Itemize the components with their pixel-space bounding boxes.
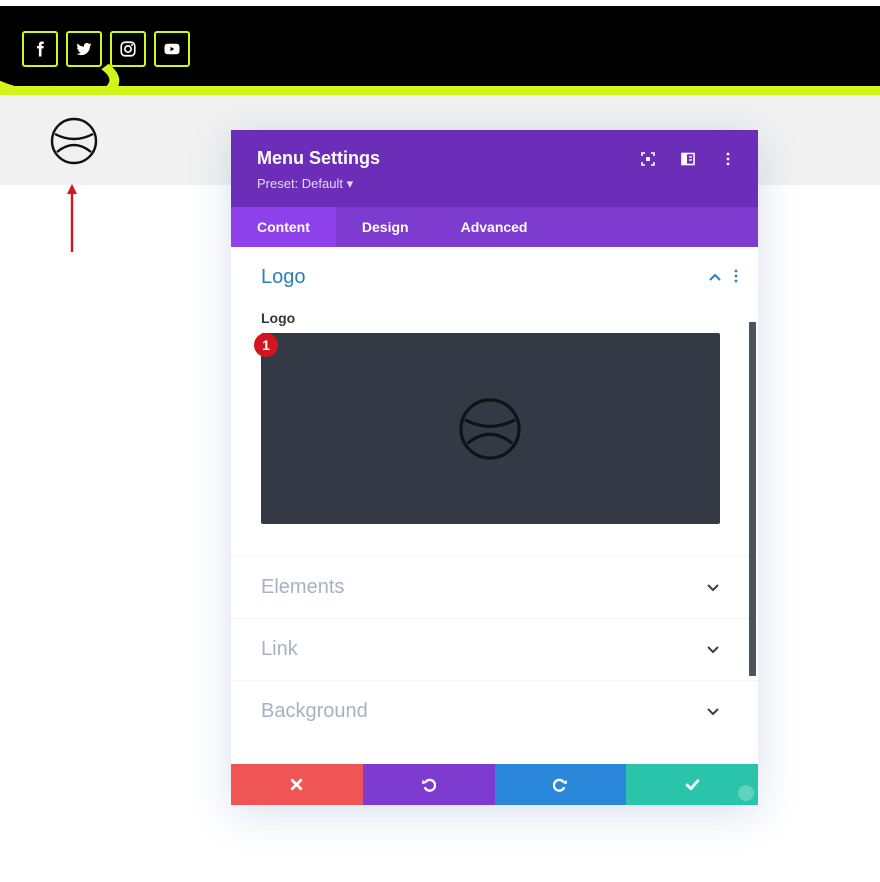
section-elements-header[interactable]: Elements xyxy=(231,557,758,618)
section-title-link: Link xyxy=(261,638,298,660)
facebook-icon xyxy=(37,41,44,57)
section-title-logo: Logo xyxy=(261,266,306,288)
youtube-icon xyxy=(164,43,180,55)
fullscreen-icon xyxy=(641,152,655,166)
resize-handle-icon[interactable] xyxy=(738,785,754,801)
modal-title: Menu Settings xyxy=(257,148,381,168)
instagram-button[interactable] xyxy=(110,31,146,67)
modal-header: Menu Settings Preset: Default ▾ xyxy=(231,130,758,207)
checkmark-icon xyxy=(685,779,699,791)
section-kebab-icon[interactable] xyxy=(734,269,738,283)
chevron-down-icon[interactable] xyxy=(706,704,720,718)
red-arrow-icon xyxy=(67,184,77,252)
neon-divider xyxy=(0,86,880,95)
logo-field-label: Logo xyxy=(261,310,296,326)
page: Menu Settings Preset: Default ▾ Content … xyxy=(0,0,880,882)
menu-settings-modal: Menu Settings Preset: Default ▾ Content … xyxy=(231,130,758,805)
modal-footer xyxy=(231,764,758,805)
tab-content[interactable]: Content xyxy=(231,207,336,247)
tab-advanced[interactable]: Advanced xyxy=(435,207,554,247)
site-header xyxy=(0,6,880,88)
save-button[interactable] xyxy=(626,764,758,805)
discard-button[interactable] xyxy=(231,764,363,805)
facebook-button[interactable] xyxy=(22,31,58,67)
settings-body: Logo Logo 1 Elements Link Background xyxy=(231,247,758,764)
site-logo-icon[interactable] xyxy=(49,116,99,166)
fullscreen-button[interactable] xyxy=(636,150,660,168)
instagram-icon xyxy=(120,41,136,57)
split-view-icon xyxy=(681,152,695,166)
section-background-header[interactable]: Background xyxy=(231,681,758,742)
step-badge: 1 xyxy=(254,333,278,357)
section-logo-header[interactable]: Logo xyxy=(231,247,758,308)
kebab-menu-icon xyxy=(726,152,730,166)
redo-icon xyxy=(552,778,567,792)
more-options-button[interactable] xyxy=(716,150,740,168)
tab-design[interactable]: Design xyxy=(336,207,435,247)
collapsed-sections: Elements Link Background xyxy=(231,556,758,742)
undo-button[interactable] xyxy=(362,764,495,805)
social-icons xyxy=(22,31,190,67)
twitter-button[interactable] xyxy=(66,31,102,67)
close-icon xyxy=(291,778,303,791)
section-link-header[interactable]: Link xyxy=(231,619,758,680)
uploaded-logo-icon xyxy=(459,398,521,460)
undo-icon xyxy=(422,778,437,792)
split-view-button[interactable] xyxy=(676,150,700,168)
chevron-down-icon[interactable] xyxy=(706,580,720,594)
section-title-background: Background xyxy=(261,700,368,722)
section-title-elements: Elements xyxy=(261,576,345,598)
logo-upload-preview[interactable] xyxy=(261,333,720,524)
header-actions xyxy=(636,150,740,168)
redo-button[interactable] xyxy=(494,764,627,805)
preset-dropdown[interactable]: Preset: Default ▾ xyxy=(257,176,353,192)
settings-tabs: Content Design Advanced xyxy=(231,207,758,247)
chevron-down-icon[interactable] xyxy=(706,642,720,656)
youtube-button[interactable] xyxy=(154,31,190,67)
chevron-up-icon[interactable] xyxy=(708,270,722,284)
twitter-icon xyxy=(76,43,92,56)
scrollbar[interactable] xyxy=(749,322,756,676)
